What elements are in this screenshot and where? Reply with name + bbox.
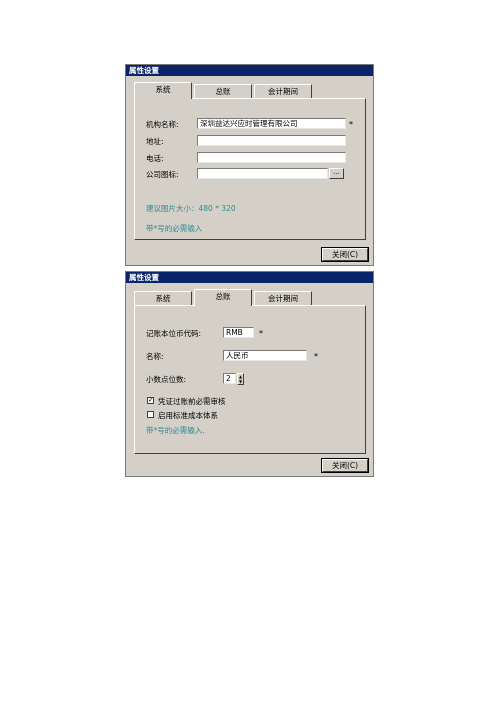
decimals-stepper[interactable]: 2 — [223, 373, 236, 384]
required-mark: * — [314, 352, 318, 361]
required-hint: 带*号的必需输入. — [146, 426, 205, 435]
properties-dialog-ledger: 属性设置 系统 总账 会计期间 记账本位币代码: RMB * 名称: 人民币 *… — [125, 271, 374, 477]
require-audit-label: 凭证过账前必需审核 — [158, 397, 226, 406]
tab-panel: 机构名称: 深圳益达兴应时管理有限公司 * 地址: 电话: 公司图标: ... … — [134, 98, 366, 240]
required-hint: 带*号的必需输入 — [146, 224, 203, 233]
logo-label: 公司图标: — [146, 170, 179, 179]
currency-name-label: 名称: — [146, 352, 164, 361]
spin-buttons[interactable]: ▲ ▼ — [237, 373, 244, 385]
decimals-label: 小数点位数: — [146, 375, 187, 384]
phone-field[interactable] — [197, 152, 346, 163]
logo-field[interactable] — [197, 168, 328, 179]
standard-cost-label: 启用标准成本体系 — [158, 411, 218, 420]
org-name-field[interactable]: 深圳益达兴应时管理有限公司 — [197, 118, 346, 129]
tab-system[interactable]: 系统 — [134, 82, 192, 99]
spin-down-icon[interactable]: ▼ — [239, 379, 242, 384]
tab-ledger[interactable]: 总账 — [194, 289, 252, 306]
close-button[interactable]: 关闭(C) — [321, 247, 369, 262]
address-label: 地址: — [146, 137, 164, 146]
browse-button[interactable]: ... — [329, 168, 344, 179]
required-mark: * — [259, 329, 263, 338]
checkmark-icon: ✓ — [148, 396, 154, 404]
currency-name-field[interactable]: 人民币 — [223, 350, 307, 361]
currency-code-label: 记账本位币代码: — [146, 329, 202, 338]
dialog-title: 属性设置 — [126, 65, 373, 76]
require-audit-checkbox[interactable]: ✓ — [147, 397, 154, 404]
phone-label: 电话: — [146, 154, 164, 163]
tab-accounting-period[interactable]: 会计期间 — [254, 84, 312, 98]
tab-accounting-period[interactable]: 会计期间 — [254, 291, 312, 305]
org-name-label: 机构名称: — [146, 120, 179, 129]
address-field[interactable] — [197, 135, 346, 146]
image-size-hint: 建议图片大小：480 * 320 — [146, 204, 236, 213]
required-mark: * — [349, 120, 353, 129]
currency-code-field[interactable]: RMB — [223, 327, 254, 338]
dialog-title: 属性设置 — [126, 272, 373, 283]
properties-dialog-system: 属性设置 系统 总账 会计期间 机构名称: 深圳益达兴应时管理有限公司 * 地址… — [125, 64, 374, 266]
tab-panel: 记账本位币代码: RMB * 名称: 人民币 * 小数点位数: 2 ▲ ▼ ✓ 凭… — [134, 305, 366, 454]
tab-ledger[interactable]: 总账 — [194, 84, 252, 98]
standard-cost-checkbox[interactable] — [147, 411, 154, 418]
tab-system[interactable]: 系统 — [134, 291, 192, 305]
close-button[interactable]: 关闭(C) — [321, 458, 369, 473]
